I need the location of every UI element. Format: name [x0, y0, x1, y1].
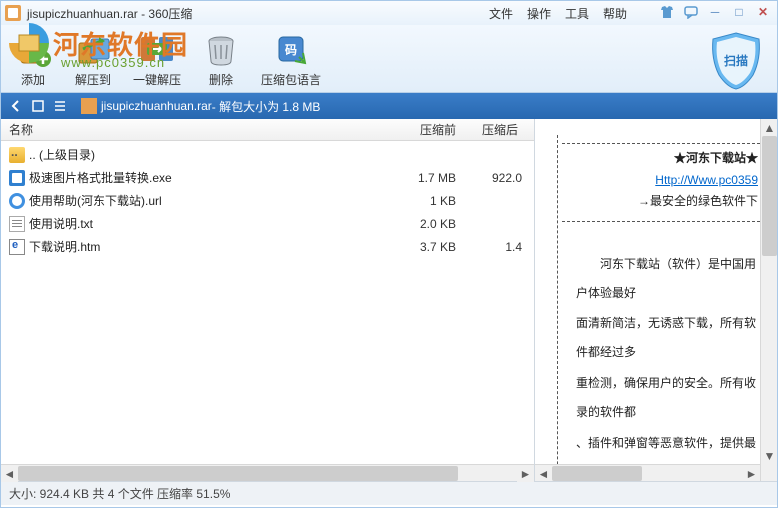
scroll-thumb[interactable] — [552, 466, 642, 481]
menu-bar: 文件 操作 工具 帮助 — [489, 5, 627, 22]
archive-name: jisupiczhuanhuan.rar — [101, 99, 212, 113]
delete-button[interactable]: 删除 — [201, 29, 241, 88]
extract-to-icon — [73, 29, 113, 69]
menu-operation[interactable]: 操作 — [527, 5, 551, 22]
status-bar: 大小: 924.4 KB 共 4 个文件 压缩率 51.5% — [1, 481, 777, 505]
scan-button[interactable]: 扫描 — [705, 29, 767, 91]
add-icon — [13, 29, 53, 69]
preview-paragraph: 重检测，确保用户的安全。所有收录的软件都 — [576, 369, 765, 427]
vertical-scrollbar[interactable]: ▲ ▼ — [760, 119, 777, 481]
preview-subtitle: →最安全的绿色软件下 — [568, 191, 758, 213]
column-headers: 名称 压缩前 压缩后 — [1, 119, 534, 141]
scroll-down-icon[interactable]: ▼ — [761, 447, 777, 464]
archive-icon — [81, 98, 97, 114]
file-row[interactable]: 使用帮助(河东下载站).url 1 KB — [1, 189, 534, 212]
window-controls: ─ □ ✕ — [657, 4, 773, 20]
file-row[interactable]: 使用说明.txt 2.0 KB — [1, 212, 534, 235]
file-row-parent[interactable]: .. (上级目录) — [1, 143, 534, 166]
titlebar: jisupiczhuanhuan.rar - 360压缩 文件 操作 工具 帮助… — [1, 1, 777, 25]
svg-text:码: 码 — [285, 43, 297, 57]
preview-pane: ★河东下载站★ Http://Www.pc0359 →最安全的绿色软件下 河东下… — [535, 119, 777, 481]
txt-icon — [9, 216, 25, 232]
col-name[interactable]: 名称 — [9, 121, 366, 138]
archive-lang-button[interactable]: 码 压缩包语言 — [261, 29, 321, 88]
unpack-info: - 解包大小为 1.8 MB — [212, 98, 321, 115]
file-list-pane: 名称 压缩前 压缩后 .. (上级目录) 极速图片格式批量转换.exe 1.7 … — [1, 119, 535, 481]
archive-lang-icon: 码 — [271, 29, 311, 69]
one-click-button[interactable]: 一键解压 — [133, 29, 181, 88]
add-label: 添加 — [21, 71, 45, 88]
col-after[interactable]: 压缩后 — [456, 121, 526, 138]
file-row[interactable]: 下载说明.htm 3.7 KB 1.4 — [1, 235, 534, 258]
archive-lang-label: 压缩包语言 — [261, 71, 321, 88]
scroll-up-icon[interactable]: ▲ — [761, 119, 777, 136]
menu-help[interactable]: 帮助 — [603, 5, 627, 22]
file-row[interactable]: 极速图片格式批量转换.exe 1.7 MB 922.0 — [1, 166, 534, 189]
path-bar: jisupiczhuanhuan.rar - 解包大小为 1.8 MB — [1, 93, 777, 119]
exe-icon — [9, 170, 25, 186]
minimize-button[interactable]: ─ — [705, 4, 725, 20]
preview-body: 河东下载站（软件）是中国用户体验最好 面清新简洁，无诱惑下载，所有软件都经过多 … — [562, 250, 765, 481]
delete-label: 删除 — [209, 71, 233, 88]
one-click-label: 一键解压 — [133, 71, 181, 88]
preview-title: ★河东下载站★ — [568, 148, 758, 170]
file-list: .. (上级目录) 极速图片格式批量转换.exe 1.7 MB 922.0 使用… — [1, 141, 534, 481]
window-title: jisupiczhuanhuan.rar - 360压缩 — [27, 5, 192, 22]
preview-header: ★河东下载站★ Http://Www.pc0359 →最安全的绿色软件下 — [562, 143, 765, 222]
add-button[interactable]: 添加 — [13, 29, 53, 88]
content-area: 名称 压缩前 压缩后 .. (上级目录) 极速图片格式批量转换.exe 1.7 … — [1, 119, 777, 481]
toolbar: 添加 解压到 一键解压 删除 码 压缩包语言 扫描 — [1, 25, 777, 93]
folder-up-icon — [9, 147, 25, 163]
scroll-thumb[interactable] — [18, 466, 458, 481]
extract-to-label: 解压到 — [75, 71, 111, 88]
scroll-thumb[interactable] — [762, 136, 777, 256]
one-click-icon — [137, 29, 177, 69]
url-icon — [9, 193, 25, 209]
status-text: 大小: 924.4 KB 共 4 个文件 压缩率 51.5% — [9, 485, 230, 502]
back-button[interactable] — [7, 97, 25, 115]
scan-label: 扫描 — [724, 53, 748, 68]
close-button[interactable]: ✕ — [753, 4, 773, 20]
preview-link[interactable]: Http://Www.pc0359 — [568, 170, 758, 192]
preview-paragraph: 河东下载站（软件）是中国用户体验最好 — [576, 250, 765, 308]
preview-h-scrollbar[interactable]: ◄ ► — [535, 464, 760, 481]
skin-icon[interactable] — [657, 4, 677, 20]
feedback-icon[interactable] — [681, 4, 701, 20]
extract-to-button[interactable]: 解压到 — [73, 29, 113, 88]
col-before[interactable]: 压缩前 — [366, 121, 456, 138]
scroll-right-icon[interactable]: ► — [517, 465, 534, 482]
scroll-left-icon[interactable]: ◄ — [1, 465, 18, 482]
preview-paragraph: 面清新简洁，无诱惑下载，所有软件都经过多 — [576, 309, 765, 367]
menu-file[interactable]: 文件 — [489, 5, 513, 22]
view-large-button[interactable] — [29, 97, 47, 115]
maximize-button[interactable]: □ — [729, 4, 749, 20]
menu-tool[interactable]: 工具 — [565, 5, 589, 22]
app-icon — [5, 5, 21, 21]
preview-box: ★河东下载站★ Http://Www.pc0359 →最安全的绿色软件下 河东下… — [557, 135, 769, 481]
delete-icon — [201, 29, 241, 69]
htm-icon — [9, 239, 25, 255]
view-list-button[interactable] — [51, 97, 69, 115]
scroll-right-icon[interactable]: ► — [743, 465, 760, 481]
scroll-left-icon[interactable]: ◄ — [535, 465, 552, 481]
horizontal-scrollbar[interactable]: ◄ ► — [1, 464, 534, 481]
